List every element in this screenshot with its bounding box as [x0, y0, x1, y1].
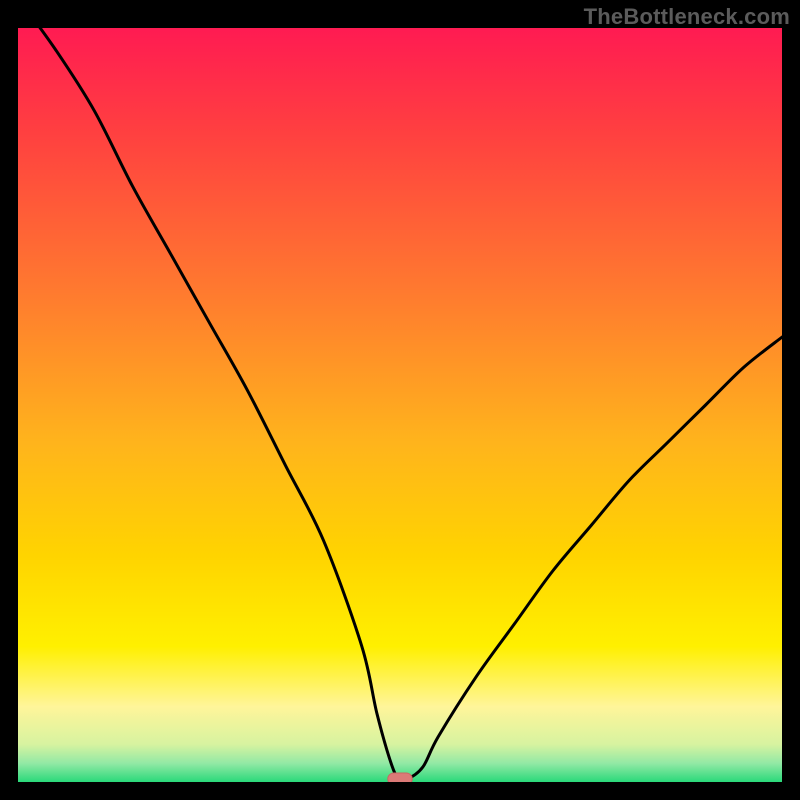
optimum-marker: [388, 773, 412, 782]
plot-area: [18, 28, 782, 782]
watermark-text: TheBottleneck.com: [584, 4, 790, 30]
chart-svg: [18, 28, 782, 782]
gradient-rect: [18, 28, 782, 782]
chart-frame: TheBottleneck.com: [0, 0, 800, 800]
